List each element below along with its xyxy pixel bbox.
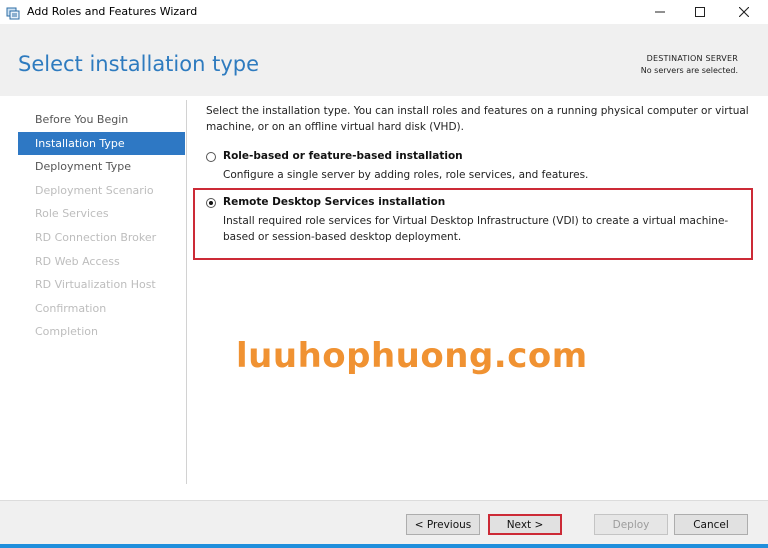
close-icon <box>739 7 749 17</box>
destination-server-label: DESTINATION SERVER <box>646 54 738 63</box>
next-button[interactable]: Next > <box>488 514 562 535</box>
bottom-accent-strip <box>0 544 768 548</box>
server-manager-icon <box>6 5 20 20</box>
minimize-button[interactable] <box>640 0 680 24</box>
maximize-icon <box>695 7 705 17</box>
close-button[interactable] <box>724 0 764 24</box>
nav-item-before-you-begin[interactable]: Before You Begin <box>18 108 185 132</box>
nav-item-completion: Completion <box>35 325 99 339</box>
watermark: luuhophuong.com <box>236 336 588 376</box>
page-title: Select installation type <box>18 52 259 76</box>
minimize-icon <box>655 11 665 13</box>
nav-item-rd-virtualization-host: RD Virtualization Host <box>35 278 156 292</box>
nav-item-deployment-scenario: Deployment Scenario <box>35 183 154 197</box>
cancel-button[interactable]: Cancel <box>674 514 748 535</box>
wizard-nav: Before You Begin Installation Type Deplo… <box>18 108 185 344</box>
nav-item-confirmation: Confirmation <box>35 301 107 315</box>
wizard-header: Select installation type DESTINATION SER… <box>0 24 768 96</box>
option-role-based-title[interactable]: Role-based or feature-based installation <box>223 150 463 162</box>
maximize-button[interactable] <box>680 0 720 24</box>
installation-type-description: Select the installation type. You can in… <box>206 105 749 133</box>
nav-item-rd-web-access: RD Web Access <box>35 254 120 268</box>
main-panel: Select the installation type. You can in… <box>206 104 751 135</box>
nav-item-role-services: Role Services <box>35 207 109 221</box>
radio-role-based[interactable] <box>206 152 216 162</box>
option-role-based-desc: Configure a single server by adding role… <box>223 169 589 181</box>
nav-divider <box>186 100 187 484</box>
nav-item-deployment-type[interactable]: Deployment Type <box>18 155 185 179</box>
previous-button[interactable]: < Previous <box>406 514 480 535</box>
destination-server-value: No servers are selected. <box>640 66 738 75</box>
nav-item-installation-type[interactable]: Installation Type <box>18 131 185 156</box>
nav-item-rd-connection-broker: RD Connection Broker <box>35 230 157 244</box>
window-title: Add Roles and Features Wizard <box>27 5 198 18</box>
title-bar: Add Roles and Features Wizard <box>0 0 768 24</box>
deploy-button: Deploy <box>594 514 668 535</box>
highlight-annotation-box <box>193 188 753 260</box>
